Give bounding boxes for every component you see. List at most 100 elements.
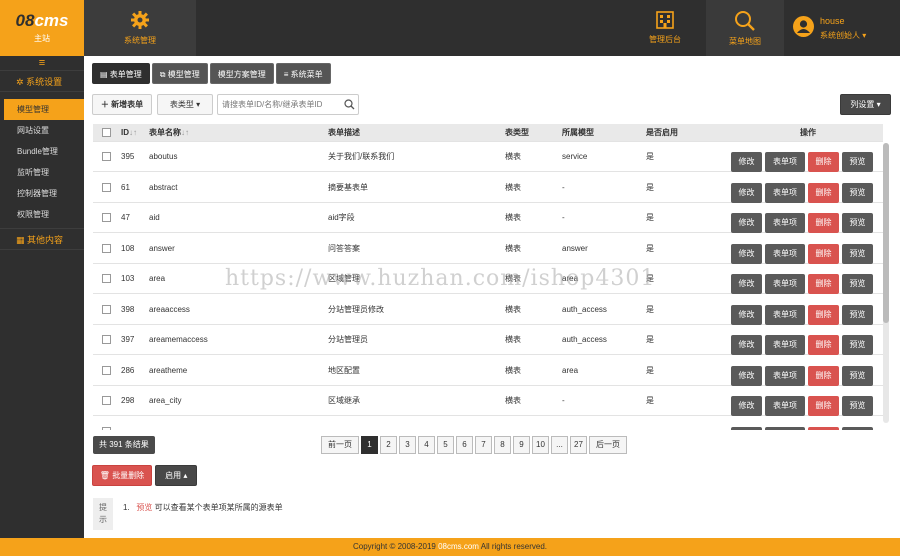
enable-dropdown-button[interactable]: 启用 ▴ [155,465,198,486]
preview-button[interactable]: 预览 [842,335,873,355]
sidebar-item-controller[interactable]: 控制器管理 [0,183,84,204]
row-checkbox[interactable] [102,152,111,161]
nav-sitemap[interactable]: 菜单地图 [706,0,784,56]
preview-button[interactable]: 预览 [842,396,873,416]
search-input[interactable]: 请搜表单ID/名称/继承表单ID [217,94,359,115]
form-fields-button[interactable]: 表单项 [765,426,805,430]
col-id[interactable]: ID↓↑ [121,124,137,142]
tab-bar: ▤ 表单管理 ⧉ 模型管理 模型方案管理 ≡ 系统菜单 [92,63,333,84]
row-checkbox[interactable] [102,335,111,344]
cell-model: service [562,152,588,161]
col-name[interactable]: 表单名称↓↑ [149,124,189,142]
tab-model-management[interactable]: ⧉ 模型管理 [151,63,208,84]
delete-button[interactable]: 删除 [808,274,839,294]
sidebar-item-site-settings[interactable]: 网站设置 [0,120,84,141]
preview-button[interactable]: 预览 [842,365,873,386]
preview-button[interactable]: 预览 [842,182,873,203]
col-model: 所属模型 [562,128,594,137]
sidebar-item-permission[interactable]: 权限管理 [0,204,84,225]
sidebar-group-system-settings[interactable]: ✲ 系统设置 [0,70,84,92]
column-settings-button[interactable]: 列设置 ▾ [840,94,891,115]
nav-system-management[interactable]: 系统管理 [84,0,196,56]
page-button[interactable]: 27 [570,436,587,454]
delete-button[interactable]: 删除 [808,213,839,233]
edit-button[interactable]: 修改 [731,243,762,264]
delete-button[interactable]: 删除 [808,335,839,355]
brand-logo[interactable]: 08cms 主站 [0,0,84,56]
add-form-button[interactable]: ＋ 新增表单 [92,94,152,115]
preview-button[interactable]: 预览 [842,274,873,294]
form-fields-button[interactable]: 表单项 [765,243,805,264]
pagination: 前一页 1 2 3 4 5 6 7 8 9 10... 27 后一页 [321,436,629,454]
page-button[interactable]: 1 [361,436,378,454]
form-fields-button[interactable]: 表单项 [765,213,805,233]
page-button[interactable]: 3 [399,436,416,454]
row-checkbox[interactable] [102,213,111,222]
page-button[interactable]: ... [551,436,568,454]
row-checkbox[interactable] [102,396,111,405]
preview-button[interactable]: 预览 [842,152,873,172]
edit-button[interactable]: 修改 [731,213,762,233]
menu-toggle-icon[interactable]: ≡ [0,56,84,70]
preview-button[interactable]: 预览 [842,213,873,233]
hint-label: 提示 [93,498,113,530]
delete-button[interactable]: 删除 [808,152,839,172]
form-fields-button[interactable]: 表单项 [765,335,805,355]
nav-backend[interactable]: 管理后台 [640,0,690,56]
edit-button[interactable]: 修改 [731,304,762,325]
row-checkbox[interactable] [102,182,111,192]
page-button[interactable]: 10 [532,436,549,454]
delete-button[interactable]: 删除 [808,243,839,264]
tab-system-menu[interactable]: ≡ 系统菜单 [275,63,331,84]
page-button[interactable]: 4 [418,436,435,454]
row-checkbox[interactable] [102,426,111,430]
form-fields-button[interactable]: 表单项 [765,182,805,203]
preview-button[interactable]: 预览 [842,426,873,430]
form-fields-button[interactable]: 表单项 [765,365,805,386]
page-button[interactable]: 5 [437,436,454,454]
preview-button[interactable]: 预览 [842,304,873,325]
edit-button[interactable]: 修改 [731,365,762,386]
sidebar-item-bundle[interactable]: Bundle管理 [0,141,84,162]
delete-button[interactable]: 删除 [808,396,839,416]
edit-button[interactable]: 修改 [731,274,762,294]
sidebar-item-model-management[interactable]: 模型管理 [4,99,84,120]
page-button[interactable]: 6 [456,436,473,454]
row-checkbox[interactable] [102,304,111,314]
row-checkbox[interactable] [102,243,111,253]
row-checkbox[interactable] [102,274,111,283]
sidebar-item-listener[interactable]: 监听管理 [0,162,84,183]
prev-page-button[interactable]: 前一页 [321,436,359,454]
tab-model-scheme[interactable]: 模型方案管理 [209,63,274,84]
select-all-checkbox[interactable] [102,128,111,137]
table-scrollbar[interactable] [883,143,889,423]
edit-button[interactable]: 修改 [731,396,762,416]
edit-button[interactable]: 修改 [731,182,762,203]
delete-button[interactable]: 删除 [808,304,839,325]
row-checkbox[interactable] [102,365,111,375]
tab-form-management[interactable]: ▤ 表单管理 [92,63,150,84]
edit-button[interactable]: 修改 [731,152,762,172]
delete-button[interactable]: 删除 [808,365,839,386]
sidebar-group-other-content[interactable]: ▦ 其他内容 [0,228,84,250]
edit-button[interactable]: 修改 [731,426,762,430]
bulk-delete-button[interactable]: 🗑 批量删除 [92,465,152,486]
page-button[interactable]: 7 [475,436,492,454]
delete-button[interactable]: 删除 [808,426,839,430]
form-fields-button[interactable]: 表单项 [765,304,805,325]
next-page-button[interactable]: 后一页 [589,436,627,454]
delete-button[interactable]: 删除 [808,182,839,203]
search-icon[interactable] [344,99,355,110]
type-select[interactable]: 表类型 ▾ [157,94,213,115]
page-button[interactable]: 2 [380,436,397,454]
form-fields-button[interactable]: 表单项 [765,396,805,416]
form-fields-button[interactable]: 表单项 [765,274,805,294]
form-fields-button[interactable]: 表单项 [765,152,805,172]
cell-id: 286 [121,365,135,375]
page-button[interactable]: 8 [494,436,511,454]
page-button[interactable]: 9 [513,436,530,454]
user-menu[interactable]: house 系统创始人 ▾ [785,0,900,56]
preview-button[interactable]: 预览 [842,243,873,264]
edit-button[interactable]: 修改 [731,335,762,355]
scrollbar-thumb[interactable] [883,143,889,323]
